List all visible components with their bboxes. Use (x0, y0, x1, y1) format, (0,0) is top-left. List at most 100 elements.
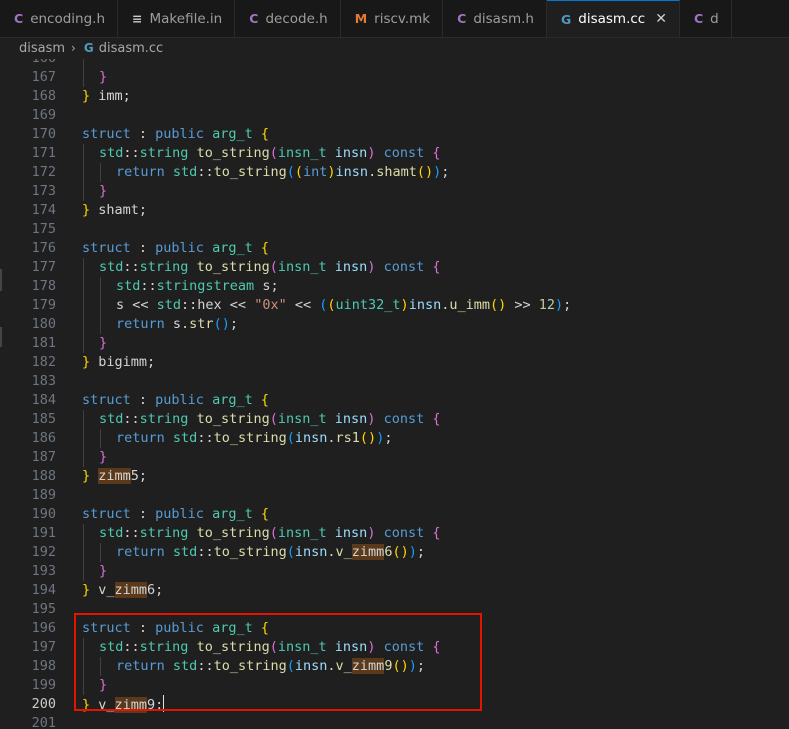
code-line[interactable]: 182} bigimm; (0, 353, 789, 372)
code-line[interactable]: 167} (0, 68, 789, 87)
code-token: std (116, 278, 141, 294)
code-token: } (99, 69, 108, 85)
close-icon[interactable]: ✕ (655, 11, 667, 27)
code-line[interactable]: 190 struct : public arg_t { (0, 505, 789, 524)
code-token: v_ (90, 697, 115, 713)
text-cursor (163, 695, 165, 712)
code-text: return std::to_string(insn.v_zimm6()); (116, 543, 425, 562)
tab-disasm-h[interactable]: Cdisasm.h (443, 0, 547, 37)
code-line[interactable]: 169 (0, 106, 789, 125)
tab-makefile-in[interactable]: ≡ Makefile.in (118, 0, 236, 37)
code-token: std (99, 145, 124, 161)
breadcrumb: disasm › G disasm.cc (0, 37, 789, 59)
code-line[interactable]: 184 struct : public arg_t { (0, 391, 789, 410)
line-number: 172 (31, 164, 56, 180)
code-line[interactable]: 166 (0, 59, 789, 68)
code-editor[interactable]: 166167}168} imm;169170struct : public ar… (0, 59, 789, 729)
code-token: return (116, 316, 165, 332)
code-line[interactable]: 191 std::string to_string(insn_t insn) co… (0, 524, 789, 543)
code-line[interactable]: 178 std::stringstream s; (0, 277, 789, 296)
code-token: ) (327, 164, 336, 180)
code-token: insn (334, 639, 368, 655)
code-line[interactable]: 172 return std::to_string((int)insn.shamt… (0, 163, 789, 182)
search-match: zimm (114, 582, 148, 598)
code-line[interactable]: 188} zimm5; (0, 467, 789, 486)
line-number: 190 (31, 506, 56, 522)
indent-guide (83, 676, 84, 695)
code-token: :: (197, 430, 214, 446)
line-number: 195 (31, 601, 56, 617)
indent-guide (83, 258, 84, 277)
indent-guide (83, 543, 84, 562)
code-line[interactable]: 186 return std::to_string(insn.rs1()); (0, 429, 789, 448)
code-line[interactable]: 198 return std::to_string(insn.v_zimm9())… (0, 657, 789, 676)
code-token: struct (82, 126, 131, 142)
code-line[interactable]: 183 (0, 372, 789, 391)
code-line[interactable]: 195 (0, 600, 789, 619)
code-line[interactable]: 200} v_zimm9; (0, 695, 789, 714)
code-line[interactable]: 199} (0, 676, 789, 695)
code-line[interactable]: 174} shamt; (0, 201, 789, 220)
code-line[interactable]: 177 std::string to_string(insn_t insn) co… (0, 258, 789, 277)
code-line[interactable]: 175 (0, 220, 789, 239)
code-token: () (213, 316, 230, 332)
breadcrumb-file[interactable]: disasm.cc (99, 41, 163, 56)
search-match: zimm (351, 544, 385, 560)
code-line[interactable]: 181} (0, 334, 789, 353)
code-line[interactable]: 187} (0, 448, 789, 467)
code-line[interactable]: 197 std::string to_string(insn_t insn) co… (0, 638, 789, 657)
code-line[interactable]: 179 s << std::hex << "0x" << ((uint32_t)i… (0, 296, 789, 315)
line-number: 196 (31, 620, 56, 636)
tab-label: riscv.mk (374, 10, 431, 27)
tab-riscv-mk[interactable]: Mriscv.mk (341, 0, 444, 37)
code-token: to_string (196, 259, 270, 275)
code-token: arg_t (212, 240, 253, 256)
code-line[interactable]: 189 (0, 486, 789, 505)
tab-label: decode.h (265, 10, 328, 27)
code-line[interactable]: 193} (0, 562, 789, 581)
code-line[interactable]: 201 (0, 714, 789, 729)
code-token: :: (123, 259, 140, 275)
line-number: 200 (31, 696, 56, 712)
line-number: 197 (31, 639, 56, 655)
indent-guide (100, 657, 101, 676)
file-type-icon: C (457, 11, 467, 26)
code-line[interactable]: 192 return std::to_string(insn.v_zimm6())… (0, 543, 789, 562)
code-token: insn (334, 411, 368, 427)
code-token: () (489, 297, 507, 313)
code-line[interactable]: 171 std::string to_string(insn_t insn) co… (0, 144, 789, 163)
code-token: imm; (90, 88, 131, 104)
code-text: } (99, 68, 107, 87)
cpp-file-icon: G (83, 41, 94, 55)
code-token: to_string (213, 658, 287, 674)
code-token: :: (123, 525, 140, 541)
code-token: } (82, 697, 91, 713)
indent-guide (83, 524, 84, 543)
code-line[interactable]: 185 std::string to_string(insn_t insn) co… (0, 410, 789, 429)
code-token: { (432, 259, 441, 275)
code-token: () (392, 658, 409, 674)
tab-disasm-cc[interactable]: Gdisasm.cc ✕ (547, 0, 680, 37)
breadcrumb-folder[interactable]: disasm (19, 41, 65, 56)
code-line[interactable]: 196 struct : public arg_t { (0, 619, 789, 638)
code-line[interactable]: 194} v_zimm6; (0, 581, 789, 600)
tab-d[interactable]: Cd (680, 0, 732, 37)
code-token: 12 (538, 297, 556, 313)
tab-encoding-h[interactable]: Cencoding.h (0, 0, 119, 37)
code-line[interactable]: 180 return s.str(); (0, 315, 789, 334)
code-line[interactable]: 173} (0, 182, 789, 201)
code-line[interactable]: 170 struct : public arg_t { (0, 125, 789, 144)
code-line[interactable]: 168} imm; (0, 87, 789, 106)
line-number: 185 (31, 411, 56, 427)
tab-decode-h[interactable]: Cdecode.h (235, 0, 341, 37)
indent-guide (83, 448, 84, 467)
code-token: public (155, 506, 204, 522)
code-line[interactable]: 176 struct : public arg_t { (0, 239, 789, 258)
